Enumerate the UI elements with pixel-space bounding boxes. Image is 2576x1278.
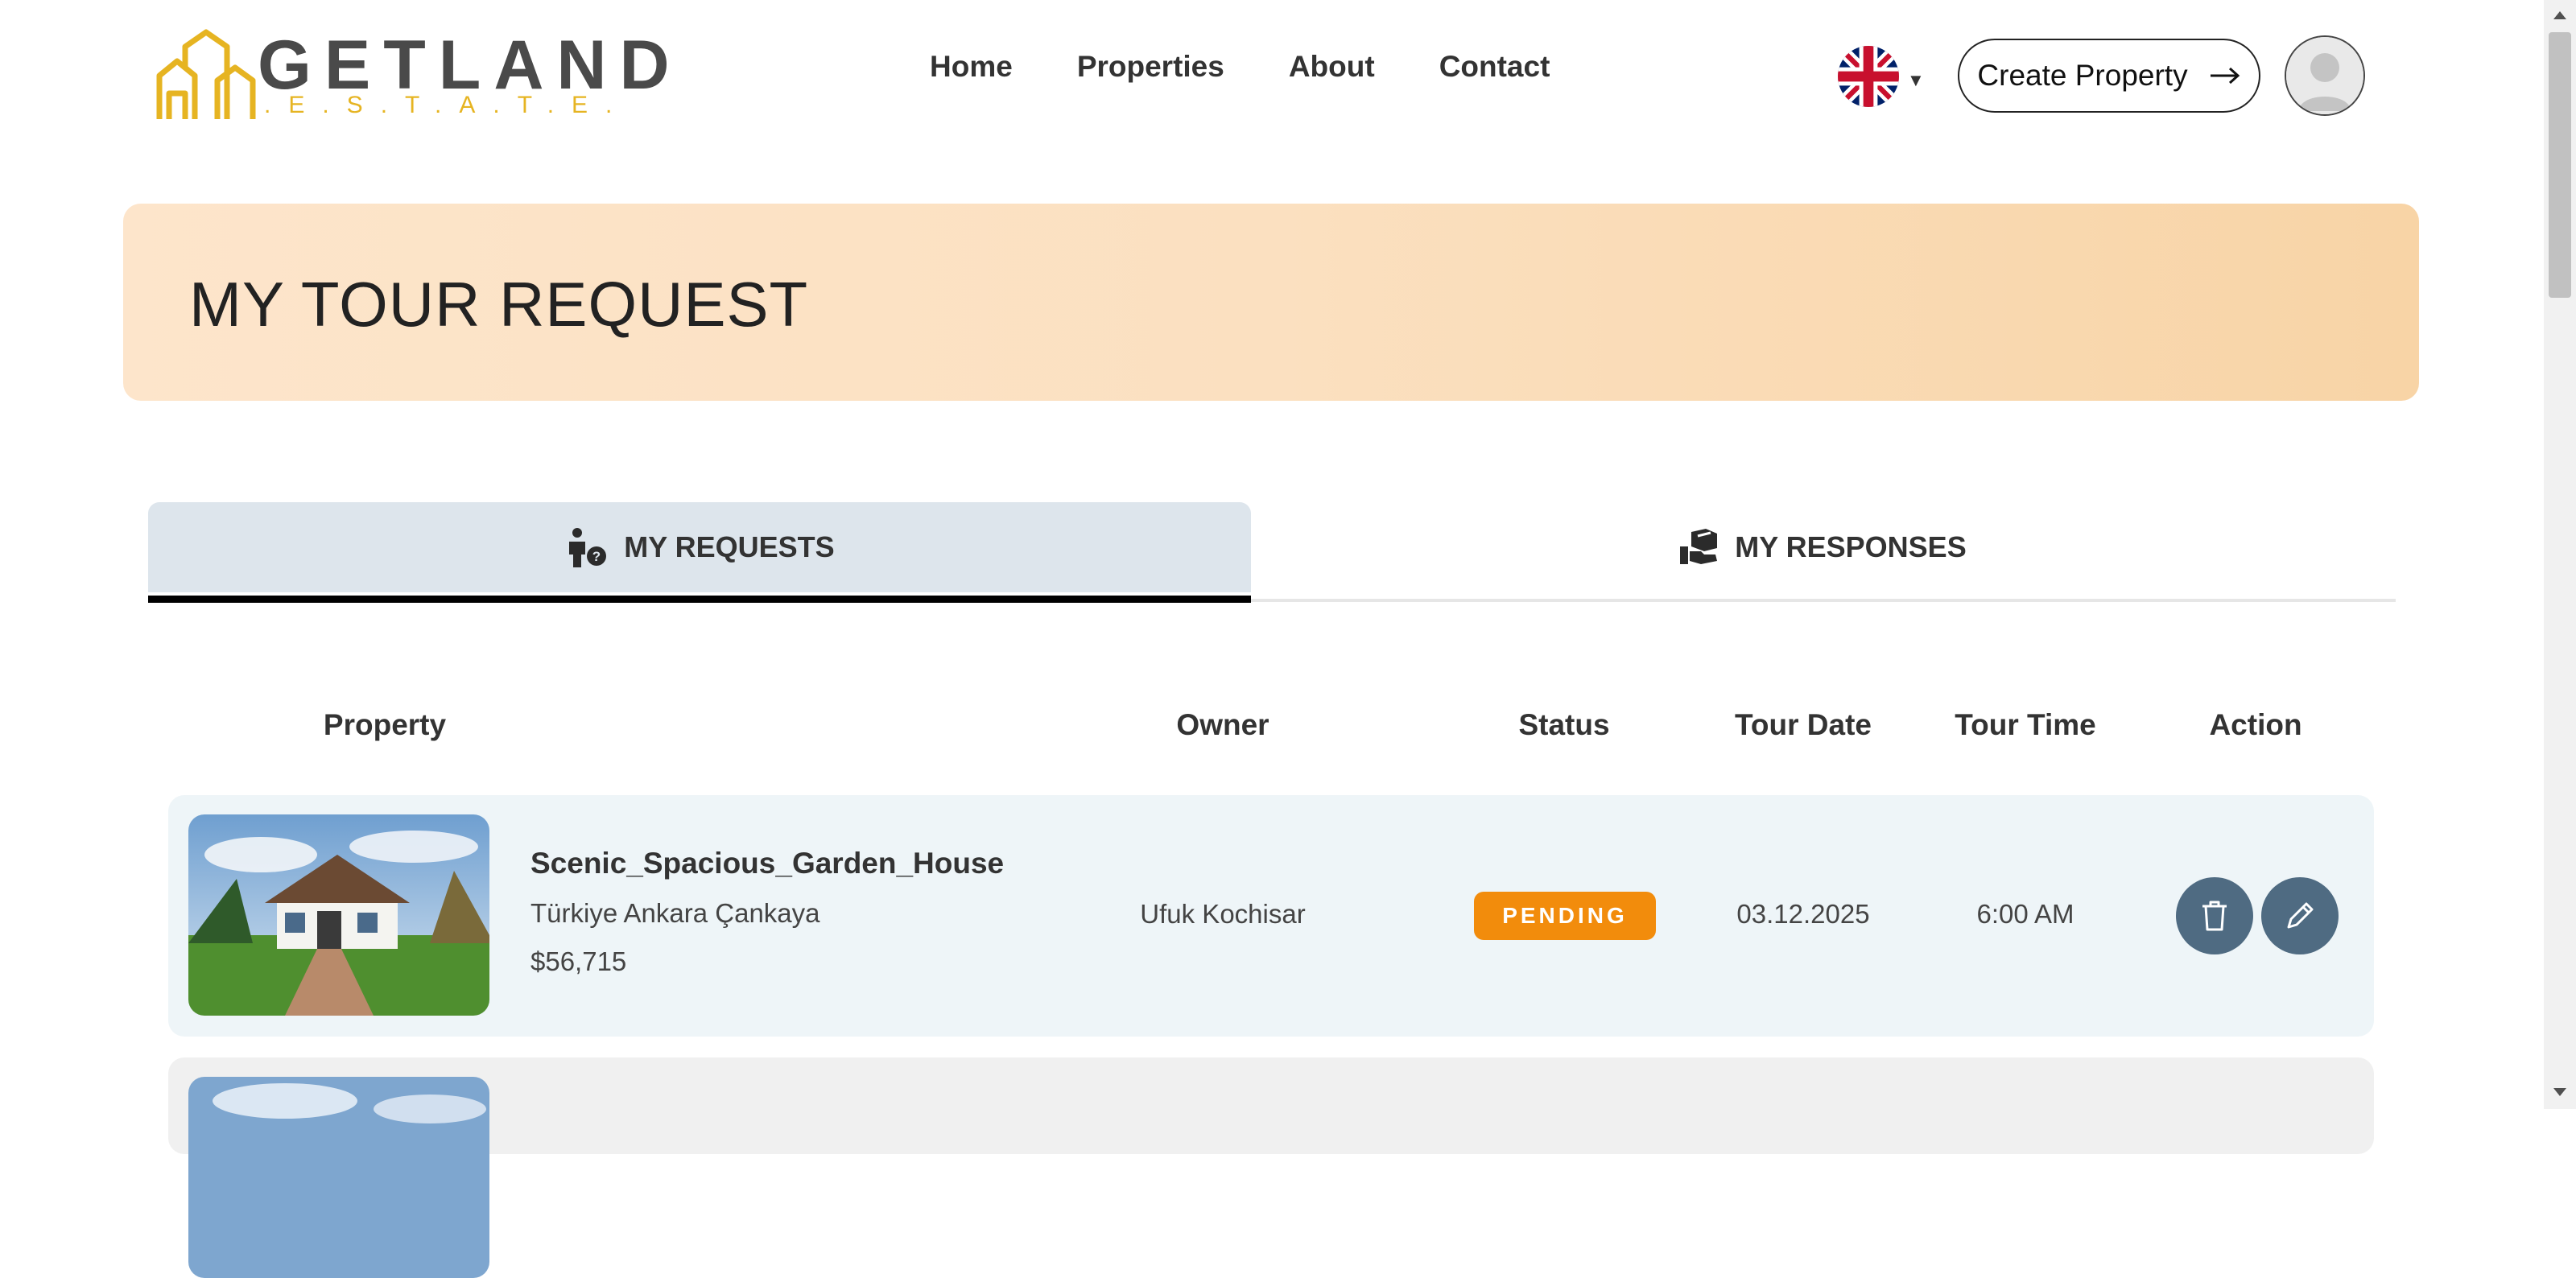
- column-tour-time: Tour Time: [1955, 708, 2096, 741]
- request-tabs: ? MY REQUESTS MY RESPONSES: [148, 502, 2396, 604]
- main-nav: Home Properties About Contact: [930, 50, 1550, 84]
- user-avatar[interactable]: [2285, 35, 2365, 116]
- page-title: MY TOUR REQUEST: [189, 269, 809, 340]
- property-name[interactable]: Scenic_Spacious_Garden_House: [530, 847, 1004, 880]
- trash-icon: [2202, 901, 2227, 931]
- language-selector[interactable]: ▼: [1838, 46, 1934, 110]
- brand-tagline: .E.S.T.A.T.E.: [264, 92, 630, 118]
- property-price: $56,715: [530, 946, 627, 976]
- page-banner: MY TOUR REQUEST: [123, 204, 2419, 401]
- tour-date: 03.12.2025: [1736, 899, 1870, 929]
- building-logo-icon: [156, 29, 256, 119]
- table-row[interactable]: [168, 1057, 2374, 1278]
- brand-logo[interactable]: GETLAND .E.S.T.A.T.E.: [153, 29, 670, 124]
- table-row[interactable]: Scenic_Spacious_Garden_House Türkiye Ank…: [168, 795, 2374, 1037]
- tab-my-responses-label: MY RESPONSES: [1735, 530, 1967, 563]
- scroll-thumb[interactable]: [2549, 32, 2571, 298]
- svg-text:?: ?: [592, 549, 601, 564]
- uk-flag-icon: [1838, 46, 1899, 107]
- page-scrollbar[interactable]: [2544, 0, 2576, 1109]
- status-badge: PENDING: [1474, 892, 1656, 940]
- tour-time: 6:00 AM: [1976, 899, 2074, 929]
- arrow-right-icon: [2210, 67, 2240, 85]
- column-status: Status: [1518, 708, 1610, 741]
- nav-properties[interactable]: Properties: [1077, 50, 1224, 84]
- brand-name: GETLAND: [258, 27, 683, 104]
- table-header: Property Owner Status Tour Date Tour Tim…: [0, 708, 2576, 756]
- property-thumbnail[interactable]: [188, 1077, 489, 1278]
- nav-contact[interactable]: Contact: [1439, 50, 1550, 84]
- create-property-label: Create Property: [1977, 59, 2188, 92]
- chevron-down-icon: ▼: [1907, 70, 1925, 90]
- pencil-icon: [2287, 902, 2314, 929]
- scroll-down-icon[interactable]: [2553, 1088, 2566, 1096]
- scroll-up-icon[interactable]: [2553, 11, 2566, 19]
- property-location: Türkiye Ankara Çankaya: [530, 898, 820, 928]
- column-tour-date: Tour Date: [1735, 708, 1872, 741]
- column-owner: Owner: [1176, 708, 1269, 741]
- tab-my-requests-label: MY REQUESTS: [624, 530, 835, 563]
- create-property-button[interactable]: Create Property: [1958, 39, 2260, 113]
- user-icon: [2286, 37, 2363, 114]
- hand-box-icon: [1680, 529, 1718, 564]
- active-tab-indicator: [148, 596, 1251, 603]
- tab-my-requests[interactable]: ? MY REQUESTS: [148, 502, 1251, 592]
- column-action: Action: [2209, 708, 2302, 741]
- person-question-icon: ?: [569, 528, 607, 567]
- column-property: Property: [323, 708, 447, 741]
- owner-name: Ufuk Kochisar: [1140, 899, 1306, 929]
- delete-button[interactable]: [2176, 877, 2253, 954]
- tab-my-responses[interactable]: MY RESPONSES: [1251, 502, 2396, 592]
- site-header: GETLAND .E.S.T.A.T.E. Home Properties Ab…: [0, 0, 2544, 153]
- nav-home[interactable]: Home: [930, 50, 1013, 84]
- nav-about[interactable]: About: [1289, 50, 1375, 84]
- edit-button[interactable]: [2261, 877, 2339, 954]
- property-thumbnail[interactable]: [188, 814, 489, 1016]
